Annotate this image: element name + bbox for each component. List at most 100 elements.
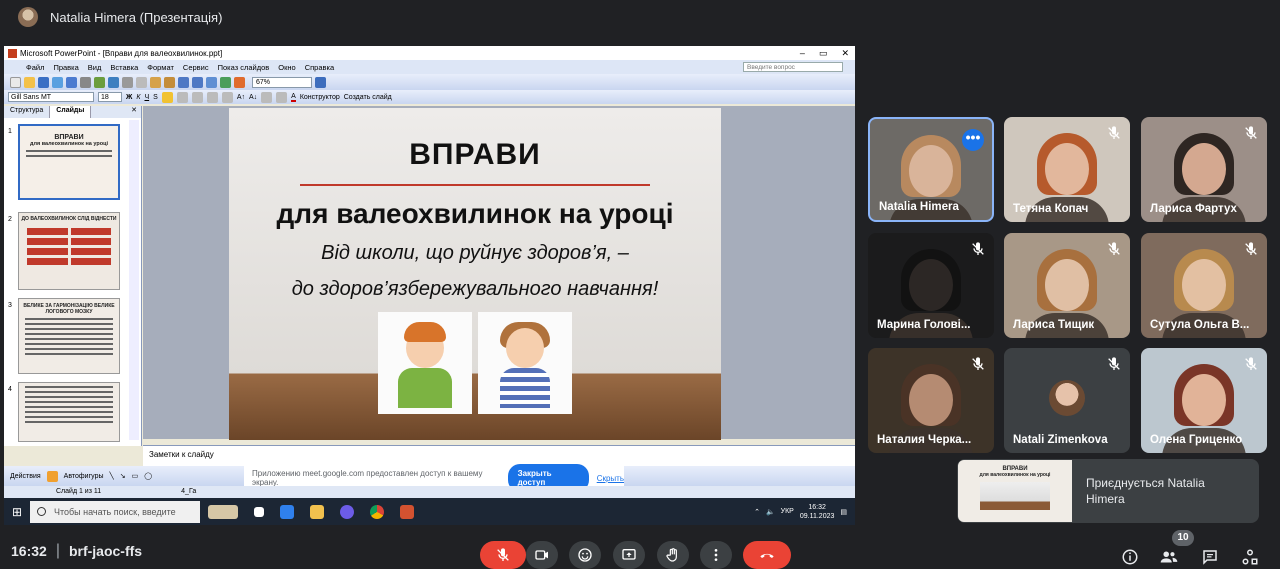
panel-scrollbar[interactable] (129, 120, 139, 440)
minimize-icon[interactable]: – (800, 48, 805, 59)
keyboard-language[interactable]: УКР (781, 508, 794, 515)
indent-icon[interactable] (261, 91, 273, 103)
menu-item[interactable]: Файл (26, 63, 44, 72)
participant-tile[interactable]: Лариса Тищик (1004, 233, 1130, 338)
font-color-button[interactable]: A (291, 93, 296, 102)
task-view-icon[interactable] (254, 506, 264, 517)
tab-structure[interactable]: Структура (4, 106, 51, 118)
store-icon[interactable] (280, 504, 294, 519)
underline-button[interactable]: Ч (144, 94, 149, 101)
rectangle-icon[interactable]: ▭ (132, 472, 139, 480)
italic-button[interactable]: К (136, 94, 140, 101)
tray-arrows-icon[interactable]: ⌃ (754, 508, 760, 516)
print-icon[interactable] (80, 76, 91, 88)
email-icon[interactable] (66, 76, 77, 88)
undo-icon[interactable] (178, 76, 189, 88)
menu-item[interactable]: Окно (278, 63, 295, 72)
menu-item[interactable]: Вставка (110, 63, 138, 72)
participant-tile[interactable]: Лариса Фартух (1141, 117, 1267, 222)
menu-item[interactable]: Вид (88, 63, 102, 72)
actions-menu[interactable]: Действия (10, 473, 41, 480)
oval-icon[interactable]: ◯ (144, 472, 152, 480)
help-icon[interactable] (315, 76, 326, 88)
slide-thumbnail-4[interactable] (18, 382, 120, 442)
chart-icon[interactable] (206, 76, 217, 88)
info-icon[interactable] (1121, 548, 1139, 566)
menu-item[interactable]: Сервис (183, 63, 209, 72)
slide-thumbnail-3[interactable]: ВЕЛИКЕ ЗА ГАРМОНІЗАЦІЮ ВЕЛИКЕ ЛОГОВОГО М… (18, 298, 120, 374)
powerpoint-taskbar-icon[interactable] (400, 504, 414, 519)
raise-hand-button[interactable] (657, 541, 689, 569)
current-slide[interactable]: ВПРАВИ для валеохвилинок на уроці Від шк… (229, 108, 721, 440)
participant-tile[interactable]: Наталия Черка... (868, 348, 994, 453)
help-question-input[interactable]: Введите вопрос (743, 62, 843, 72)
participant-tile[interactable]: ••• Natalia Himera (868, 117, 994, 222)
menu-item[interactable]: Справка (305, 63, 334, 72)
windows-start-icon[interactable]: ⊞ (4, 505, 30, 519)
tab-slides[interactable]: Слайды (50, 106, 92, 118)
permission-icon[interactable] (52, 76, 63, 88)
shadow-button[interactable]: S (153, 94, 158, 101)
font-select[interactable]: Gill Sans MT (8, 92, 94, 102)
maximize-icon[interactable]: ▭ (819, 48, 828, 59)
slide-thumbnail-1[interactable]: ВПРАВИ для валеохвилинок на уроці (18, 124, 120, 200)
slide-thumbnail-2[interactable]: ДО ВАЛЕОХВИЛИНОК СЛІД ВІДНЕСТИ (18, 212, 120, 290)
font-size-select[interactable]: 18 (98, 92, 122, 102)
participant-tile[interactable]: Тетяна Копач (1004, 117, 1130, 222)
leave-call-button[interactable] (743, 541, 791, 569)
menu-item[interactable]: Правка (53, 63, 78, 72)
participant-tile[interactable]: Марина Голові... (868, 233, 994, 338)
line-icon[interactable]: ╲ (110, 472, 114, 480)
align-right-icon[interactable] (191, 91, 203, 103)
format-painter-icon[interactable] (164, 76, 175, 88)
close-panel-icon[interactable]: ✕ (131, 106, 141, 118)
arrow-icon[interactable]: ↘ (120, 472, 126, 480)
align-center-icon[interactable] (176, 91, 188, 103)
slide-notes[interactable]: Заметки к слайду (143, 445, 855, 467)
viber-icon[interactable] (340, 504, 354, 519)
paste-icon[interactable] (150, 76, 161, 88)
table-icon[interactable] (220, 76, 231, 88)
tray-clock[interactable]: 16:32 09.11.2023 (800, 503, 835, 521)
align-left-icon[interactable] (161, 91, 173, 103)
microphone-button[interactable] (480, 541, 526, 569)
insert-chart-icon[interactable] (234, 76, 245, 88)
bullets-icon[interactable] (221, 91, 233, 103)
redo-icon[interactable] (192, 76, 203, 88)
bold-button[interactable]: Ж (126, 94, 132, 101)
more-options-button[interactable] (700, 541, 732, 569)
participant-tile[interactable]: Сутула Ольга В... (1141, 233, 1267, 338)
copy-icon[interactable] (136, 76, 147, 88)
save-icon[interactable] (38, 76, 49, 88)
cut-icon[interactable] (122, 76, 133, 88)
chrome-icon[interactable] (370, 504, 384, 519)
select-icon[interactable] (46, 470, 58, 482)
numbering-icon[interactable] (206, 91, 218, 103)
hide-notice-link[interactable]: Скрыть (597, 474, 624, 483)
taskbar-search[interactable]: Чтобы начать поиск, введите (30, 500, 200, 523)
outdent-icon[interactable] (276, 91, 288, 103)
new-icon[interactable] (10, 76, 21, 88)
activities-icon[interactable] (1241, 548, 1259, 566)
preview-icon[interactable] (94, 76, 105, 88)
camera-button[interactable] (526, 541, 558, 569)
zoom-select[interactable]: 67% (252, 76, 312, 88)
menu-item[interactable]: Показ слайдов (218, 63, 270, 72)
autoshapes-menu[interactable]: Автофигуры (64, 473, 104, 480)
notifications-icon[interactable]: ▤ (840, 508, 847, 516)
konstruktor-button[interactable]: Конструктор (300, 94, 340, 101)
volume-icon[interactable]: 🔈 (766, 508, 775, 516)
explorer-icon[interactable] (310, 504, 324, 519)
font-grow-button[interactable]: A↑ (237, 94, 245, 101)
close-icon[interactable]: ✕ (841, 48, 849, 59)
present-button[interactable] (613, 541, 645, 569)
font-shrink-button[interactable]: A↓ (249, 94, 257, 101)
more-options-icon[interactable]: ••• (962, 129, 984, 151)
participant-tile[interactable]: Олена Гриценко (1141, 348, 1267, 453)
create-slide-button[interactable]: Создать слайд (344, 94, 392, 101)
emoji-button[interactable] (569, 541, 601, 569)
menu-item[interactable]: Формат (147, 63, 174, 72)
participant-tile[interactable]: Natali Zimenkova (1004, 348, 1130, 453)
chat-icon[interactable] (1201, 548, 1219, 566)
spelling-icon[interactable] (108, 76, 119, 88)
